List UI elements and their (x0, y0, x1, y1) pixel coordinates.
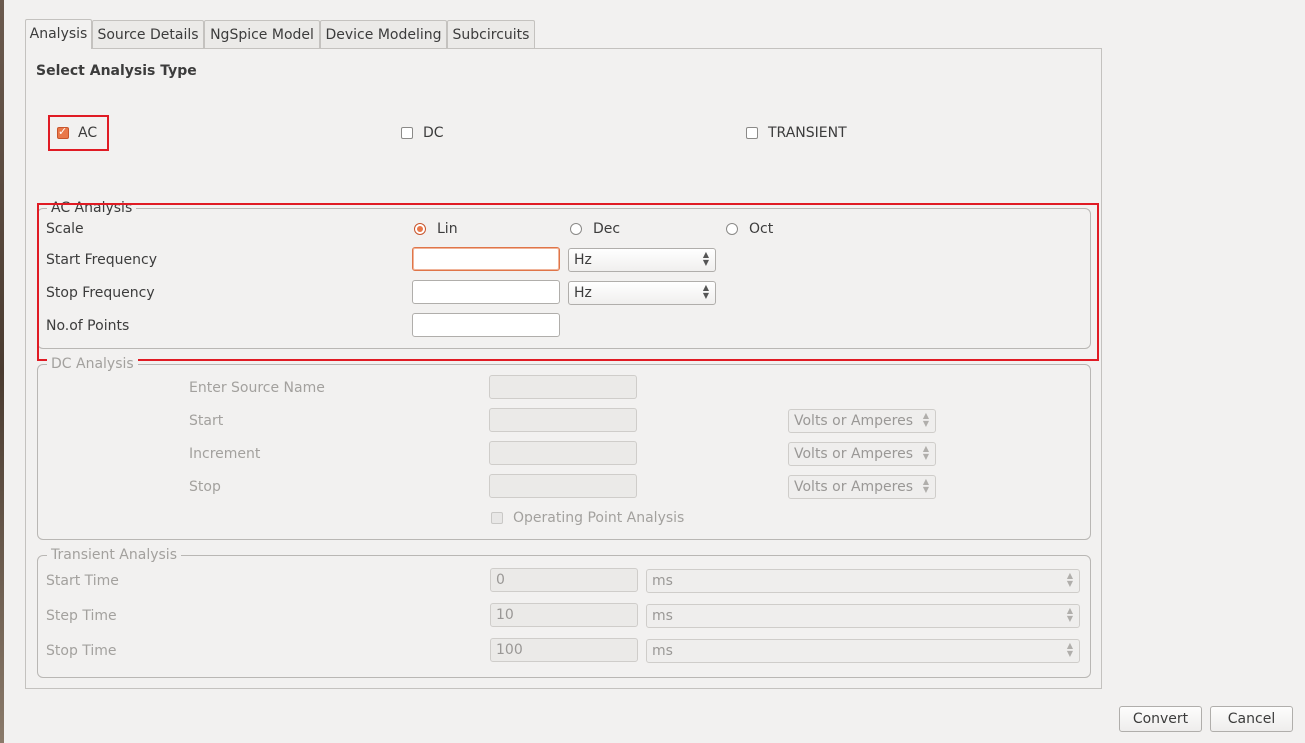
tab-source-details[interactable]: Source Details (92, 20, 204, 48)
spin-arrows-icon: ▲ ▼ (922, 411, 929, 428)
operating-point-checkbox[interactable] (491, 512, 503, 524)
scale-lin-label[interactable]: Lin (437, 220, 458, 238)
ac-analysis-group (37, 208, 1091, 349)
dc-stop-input[interactable] (489, 474, 637, 498)
convert-button[interactable]: Convert (1119, 706, 1202, 732)
spin-arrows-icon: ▲ ▼ (702, 250, 709, 267)
scale-oct-label[interactable]: Oct (749, 220, 773, 238)
tab-subcircuits[interactable]: Subcircuits (447, 20, 535, 48)
tab-ngspice-model[interactable]: NgSpice Model (204, 20, 320, 48)
dc-start-label: Start (189, 413, 224, 429)
transient-checkbox-label[interactable]: TRANSIENT (768, 124, 847, 142)
ac-checkbox[interactable] (57, 125, 69, 139)
stop-time-input[interactable]: 100 (490, 638, 638, 662)
operating-point-label[interactable]: Operating Point Analysis (513, 509, 684, 527)
start-frequency-unit-value: Hz (574, 252, 592, 268)
stop-frequency-input[interactable] (412, 280, 560, 304)
spin-arrows-icon: ▲ ▼ (1066, 606, 1073, 623)
start-time-unit-value: ms (652, 573, 673, 589)
scale-dec-label[interactable]: Dec (593, 220, 620, 238)
no-of-points-label: No.of Points (46, 318, 130, 334)
dc-increment-unit-select[interactable]: Volts or Amperes ▲ ▼ (788, 442, 936, 466)
dc-stop-unit-select[interactable]: Volts or Amperes ▲ ▼ (788, 475, 936, 499)
tab-device-modeling[interactable]: Device Modeling (320, 20, 447, 48)
stop-time-label: Stop Time (46, 643, 117, 659)
dc-increment-label: Increment (189, 446, 261, 462)
start-time-unit-select[interactable]: ms ▲ ▼ (646, 569, 1080, 593)
dc-analysis-legend: DC Analysis (47, 356, 138, 372)
start-frequency-label: Start Frequency (46, 252, 157, 268)
source-name-input[interactable] (489, 375, 637, 399)
dc-start-unit-value: Volts or Amperes (794, 413, 914, 429)
source-name-label: Enter Source Name (189, 380, 325, 396)
dc-increment-unit-value: Volts or Amperes (794, 446, 914, 462)
step-time-label: Step Time (46, 608, 117, 624)
dc-start-unit-select[interactable]: Volts or Amperes ▲ ▼ (788, 409, 936, 433)
stop-time-unit-select[interactable]: ms ▲ ▼ (646, 639, 1080, 663)
step-time-unit-select[interactable]: ms ▲ ▼ (646, 604, 1080, 628)
dc-increment-input[interactable] (489, 441, 637, 465)
dc-checkbox-label[interactable]: DC (423, 124, 444, 142)
stop-time-unit-value: ms (652, 643, 673, 659)
no-of-points-input[interactable] (412, 313, 560, 337)
scale-lin-radio[interactable] (414, 223, 426, 235)
ac-checkbox-label[interactable]: AC (78, 124, 97, 142)
tab-analysis[interactable]: Analysis (25, 19, 92, 49)
scale-label: Scale (46, 221, 84, 237)
start-time-input[interactable]: 0 (490, 568, 638, 592)
transient-analysis-legend: Transient Analysis (47, 547, 181, 563)
spin-arrows-icon: ▲ ▼ (1066, 571, 1073, 588)
stop-frequency-unit-select[interactable]: Hz ▲ ▼ (568, 281, 716, 305)
start-frequency-unit-select[interactable]: Hz ▲ ▼ (568, 248, 716, 272)
dc-stop-unit-value: Volts or Amperes (794, 479, 914, 495)
dc-checkbox[interactable] (401, 127, 413, 139)
cancel-button[interactable]: Cancel (1210, 706, 1293, 732)
spin-arrows-icon: ▲ ▼ (702, 283, 709, 300)
select-analysis-title: Select Analysis Type (36, 63, 197, 79)
stop-frequency-label: Stop Frequency (46, 285, 155, 301)
dc-start-input[interactable] (489, 408, 637, 432)
ac-analysis-legend: AC Analysis (47, 200, 137, 216)
scale-dec-radio[interactable] (570, 223, 582, 235)
step-time-input[interactable]: 10 (490, 603, 638, 627)
start-frequency-input[interactable] (412, 247, 560, 271)
start-time-label: Start Time (46, 573, 119, 589)
spin-arrows-icon: ▲ ▼ (922, 477, 929, 494)
step-time-unit-value: ms (652, 608, 673, 624)
dc-stop-label: Stop (189, 479, 221, 495)
window-edge (0, 0, 4, 743)
transient-checkbox[interactable] (746, 127, 758, 139)
spin-arrows-icon: ▲ ▼ (1066, 641, 1073, 658)
scale-oct-radio[interactable] (726, 223, 738, 235)
spin-arrows-icon: ▲ ▼ (922, 444, 929, 461)
stop-frequency-unit-value: Hz (574, 285, 592, 301)
